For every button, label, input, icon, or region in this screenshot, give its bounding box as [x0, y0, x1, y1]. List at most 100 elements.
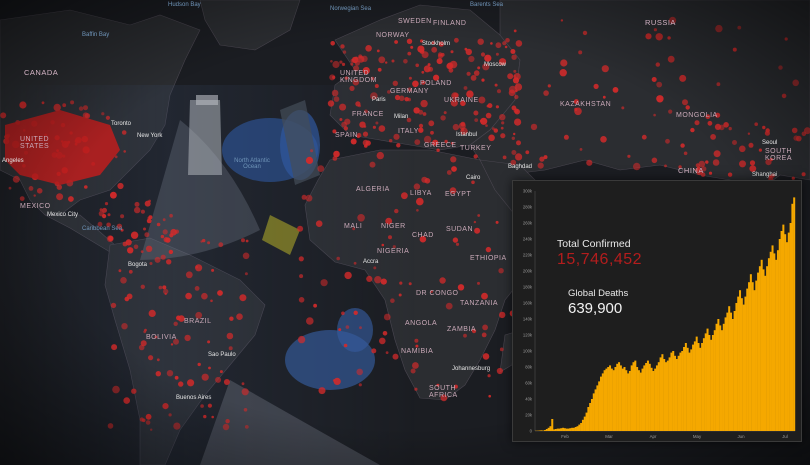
chart-bar[interactable]: [601, 373, 604, 431]
chart-bar[interactable]: [757, 272, 760, 431]
chart-bar[interactable]: [616, 363, 619, 431]
chart-bar[interactable]: [686, 347, 689, 431]
chart-bar[interactable]: [576, 426, 579, 431]
chart-bar[interactable]: [730, 312, 733, 431]
chart-bar[interactable]: [661, 354, 664, 431]
chart-bar[interactable]: [746, 288, 749, 431]
chart-bar[interactable]: [769, 251, 772, 431]
chart-bar[interactable]: [701, 343, 704, 431]
chart-bar[interactable]: [776, 250, 779, 431]
chart-bar[interactable]: [720, 330, 723, 431]
chart-bar[interactable]: [760, 259, 763, 431]
chart-bar[interactable]: [643, 365, 646, 431]
chart-bar[interactable]: [600, 376, 603, 431]
chart-bar[interactable]: [724, 317, 727, 431]
chart-bar[interactable]: [758, 266, 761, 431]
chart-bar[interactable]: [623, 367, 626, 431]
chart-bar[interactable]: [706, 328, 709, 431]
chart-bar[interactable]: [744, 296, 747, 431]
chart-bar[interactable]: [580, 423, 583, 431]
chart-bar[interactable]: [740, 298, 743, 431]
chart-bar[interactable]: [619, 365, 622, 431]
chart-bar[interactable]: [589, 403, 592, 431]
chart-bar[interactable]: [598, 381, 601, 431]
chart-bar[interactable]: [755, 280, 758, 431]
chart-bar[interactable]: [637, 370, 640, 431]
chart-bar[interactable]: [719, 325, 722, 431]
chart-bar[interactable]: [630, 365, 633, 431]
chart-bar[interactable]: [675, 359, 678, 431]
chart-bar[interactable]: [668, 357, 671, 431]
chart-bar[interactable]: [739, 290, 742, 431]
daily-cases-bar-chart[interactable]: 0 20k 40k 60k 80k 100k 120k 140k 160k 180k 200k 220…: [513, 181, 801, 441]
chart-bar[interactable]: [636, 367, 639, 431]
chart-bar[interactable]: [708, 335, 711, 431]
chart-bar[interactable]: [562, 427, 565, 431]
chart-bar[interactable]: [641, 368, 644, 431]
chart-bar[interactable]: [735, 303, 738, 431]
chart-bar[interactable]: [645, 363, 648, 431]
chart-bar[interactable]: [711, 335, 714, 431]
chart-bar[interactable]: [748, 282, 751, 431]
chart-bar[interactable]: [762, 269, 765, 431]
chart-bar[interactable]: [672, 351, 675, 431]
chart-bar[interactable]: [590, 399, 593, 431]
chart-bar[interactable]: [713, 330, 716, 431]
chart-bar[interactable]: [609, 365, 612, 431]
chart-bar[interactable]: [766, 266, 769, 431]
chart-bar[interactable]: [784, 234, 787, 431]
chart-bar[interactable]: [767, 258, 770, 431]
chart-bar[interactable]: [618, 362, 621, 431]
chart-bar[interactable]: [646, 360, 649, 431]
chart-bar[interactable]: [665, 362, 668, 431]
chart-bar[interactable]: [674, 355, 677, 431]
chart-bar[interactable]: [697, 343, 700, 431]
chart-bar[interactable]: [731, 319, 734, 431]
chart-bar[interactable]: [699, 347, 702, 431]
chart-bar[interactable]: [679, 352, 682, 431]
chart-bar[interactable]: [749, 274, 752, 431]
chart-bar[interactable]: [581, 419, 584, 431]
chart-bar[interactable]: [578, 424, 581, 431]
chart-bar[interactable]: [666, 360, 669, 431]
chart-bar[interactable]: [652, 371, 655, 431]
chart-bar[interactable]: [540, 430, 543, 431]
chart-bar[interactable]: [556, 428, 559, 431]
chart-bar[interactable]: [780, 231, 783, 431]
chart-bar[interactable]: [565, 428, 568, 431]
chart-bar[interactable]: [693, 341, 696, 431]
chart-bar[interactable]: [553, 429, 556, 431]
chart-bar[interactable]: [585, 412, 588, 431]
chart-bar[interactable]: [670, 352, 673, 431]
chart-bar[interactable]: [683, 347, 686, 431]
chart-bar[interactable]: [572, 427, 575, 431]
chart-bar[interactable]: [605, 368, 608, 431]
chart-bar[interactable]: [663, 359, 666, 431]
chart-bar[interactable]: [547, 427, 550, 431]
chart-bar[interactable]: [627, 373, 630, 431]
chart-bar[interactable]: [695, 336, 698, 431]
chart-bar[interactable]: [549, 426, 552, 431]
chart-bar[interactable]: [551, 419, 554, 431]
chart-bar[interactable]: [558, 428, 561, 431]
chart-bar[interactable]: [571, 427, 574, 431]
chart-bar[interactable]: [773, 253, 776, 431]
chart-bar[interactable]: [690, 349, 693, 431]
chart-bar[interactable]: [787, 232, 790, 431]
chart-bar[interactable]: [544, 430, 547, 431]
chart-bar[interactable]: [704, 333, 707, 431]
chart-bar[interactable]: [655, 365, 658, 431]
chart-bar[interactable]: [607, 367, 610, 431]
chart-bar[interactable]: [603, 370, 606, 431]
chart-bar[interactable]: [753, 290, 756, 431]
chart-bar[interactable]: [782, 224, 785, 431]
chart-bar[interactable]: [634, 360, 637, 431]
chart-bar[interactable]: [775, 259, 778, 431]
chart-bar[interactable]: [742, 304, 745, 431]
chart-bar[interactable]: [710, 339, 713, 431]
chart-bar[interactable]: [793, 197, 796, 431]
chart-bar[interactable]: [610, 368, 613, 431]
chart-bar[interactable]: [771, 245, 774, 431]
chart-bar[interactable]: [625, 370, 628, 431]
chart-bar[interactable]: [785, 242, 788, 431]
